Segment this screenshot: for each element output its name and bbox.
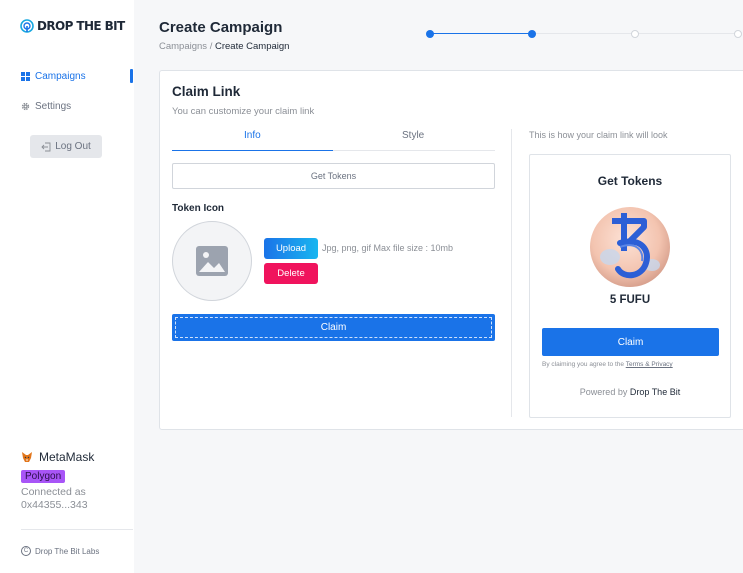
connected-account: Connected as 0x44355...343 [21,486,88,512]
sidebar-item-label: Campaigns [35,71,86,82]
footer-brand-label: Drop The Bit Labs [35,546,100,556]
wallet-name: MetaMask [39,450,95,464]
preview-claim-button[interactable]: Claim [542,328,719,356]
wallet-address[interactable]: 0x44355...343 [21,499,88,512]
powered-prefix: Powered by [579,387,628,397]
terms-link[interactable]: Terms & Privacy [626,361,673,368]
claim-button[interactable]: Claim [172,314,495,341]
tab-style[interactable]: Style [402,130,424,141]
stepper-line-complete [430,33,535,34]
connected-label: Connected as [21,486,86,498]
form-tabs: Info Style [172,129,495,151]
sidebar-divider [21,529,133,530]
upload-button[interactable]: Upload [264,238,318,259]
network-badge: Polygon [21,470,66,483]
progress-stepper [426,29,743,39]
grid-icon [21,72,30,81]
breadcrumb-separator: / [209,41,213,52]
terms-notice: By claiming you agree to the Terms & Pri… [542,361,673,368]
brand-name: DROP THE BIT [37,19,125,33]
logout-icon [41,142,51,151]
claim-title-input[interactable] [172,163,495,189]
page-title: Create Campaign [159,19,283,36]
tezos-logo-icon [590,207,670,287]
breadcrumb: Campaigns / Create Campaign [159,41,289,52]
sidebar-item-label: Settings [35,101,72,112]
step-3-dot [631,30,639,38]
step-2-dot [528,30,536,38]
logout-label: Log Out [55,141,91,152]
logout-button[interactable]: Log Out [30,135,102,158]
sidebar: DROP THE BIT Campaigns Settings Log Out [0,0,134,573]
footer-brand: C Drop The Bit Labs [21,546,99,556]
tab-info[interactable]: Info [244,130,261,141]
breadcrumb-current: Create Campaign [214,41,290,52]
sidebar-item-campaigns[interactable]: Campaigns [21,71,86,82]
card-subtitle: You can customize your claim link [172,106,315,117]
claim-button-label: Claim [175,317,492,338]
gear-icon [21,102,30,111]
powered-brand[interactable]: Drop The Bit [630,387,680,397]
file-size-hint: Jpg, png, gif Max file size : 10mb [322,243,454,253]
wallet-info: MetaMask [21,450,94,464]
claim-preview-card: Get Tokens 5 FUFU Claim By claiming you … [529,154,731,418]
copyright-icon: C [21,546,31,556]
card-title: Claim Link [172,84,241,99]
brand-logo[interactable]: DROP THE BIT [20,19,125,33]
delete-button[interactable]: Delete [264,263,318,284]
step-1-dot [426,30,434,38]
active-tab-underline [172,150,333,151]
token-icon-label: Token Icon [172,203,225,214]
preview-title: Get Tokens [597,174,663,188]
panel-divider [511,129,512,417]
token-icon-dropzone[interactable] [172,221,252,301]
breadcrumb-parent[interactable]: Campaigns [159,41,207,52]
image-placeholder-icon [196,246,228,276]
preview-hint: This is how your claim link will look [529,130,668,140]
active-nav-indicator [130,69,133,83]
claim-link-card: Claim Link You can customize your claim … [159,70,743,430]
step-4-dot [734,30,742,38]
terms-prefix: By claiming you agree to the [542,361,625,368]
preview-token-amount: 5 FUFU [609,294,651,306]
powered-by: Powered by Drop The Bit [530,387,730,397]
sidebar-item-settings[interactable]: Settings [21,101,71,112]
drop-logo-icon [20,19,34,33]
metamask-fox-icon [22,452,32,462]
